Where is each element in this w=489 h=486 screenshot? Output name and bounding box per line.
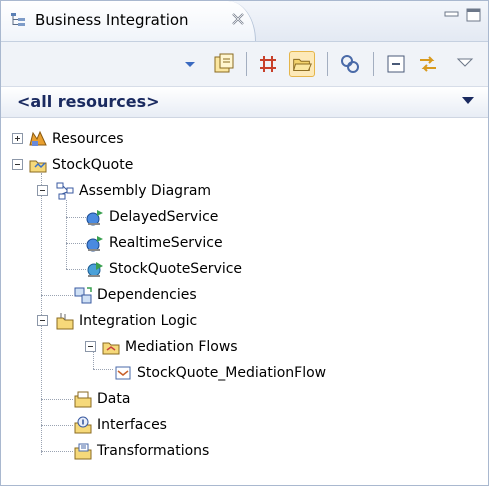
grid-icon (260, 56, 276, 72)
business-integration-tab[interactable]: Business Integration (1, 1, 256, 41)
tree-guide-line (41, 295, 73, 296)
tree-item-realtime-service[interactable]: RealtimeService (85, 231, 223, 255)
mediation-flows-folder-icon (102, 342, 120, 355)
tree-item-label: Resources (52, 131, 124, 147)
tree-item-label: RealtimeService (109, 235, 223, 251)
tree-item-resources[interactable]: Resources (28, 127, 124, 151)
toolbar-separator (373, 52, 374, 76)
tree-guide-line (93, 369, 113, 370)
chevron-down-icon[interactable] (462, 97, 474, 105)
tree-item-label: DelayedService (109, 209, 219, 225)
open-folder-icon (293, 58, 312, 71)
service-icon (86, 236, 103, 252)
assembly-diagram-icon (56, 182, 74, 200)
collapse-all-button[interactable] (383, 51, 409, 77)
tree-item-label: Transformations (97, 443, 210, 459)
resource-filter-label: <all resources> (17, 92, 160, 111)
tree-item-label: StockQuote (52, 157, 134, 173)
tree-item-mediation-flows[interactable]: Mediation Flows (101, 335, 238, 359)
tree-item-label: StockQuote_MediationFlow (137, 365, 327, 381)
link-chain-icon (341, 55, 359, 73)
toolbar-separator (246, 52, 247, 76)
business-integration-view: Business Integration <all resources> Res… (0, 0, 489, 486)
view-title: Business Integration (35, 11, 189, 29)
new-module-icon (214, 53, 234, 73)
link-with-editor-button[interactable] (415, 51, 441, 77)
tree-item-stockquote-service[interactable]: StockQuoteService (85, 257, 242, 281)
collapse-toggle[interactable] (37, 315, 48, 326)
mediation-flow-icon (115, 366, 131, 380)
tree-item-interfaces[interactable]: Interfaces (73, 413, 167, 437)
grid-button[interactable] (255, 51, 281, 77)
view-tab-bar: Business Integration (1, 1, 488, 42)
tree-item-delayed-service[interactable]: DelayedService (85, 205, 218, 229)
star-dropdown-button[interactable] (177, 51, 203, 77)
integration-logic-icon (56, 313, 74, 330)
close-icon[interactable] (229, 10, 247, 28)
dependencies-icon (74, 287, 92, 304)
link-with-editor-icon (420, 56, 436, 72)
tree-item-stockquote[interactable]: StockQuote (28, 153, 133, 177)
tree-guide-line (66, 243, 86, 244)
tree-item-label: Mediation Flows (125, 339, 238, 355)
project-tree: Resources StockQuote Assembly Diagram De… (1, 119, 488, 485)
tree-item-transformations[interactable]: Transformations (73, 439, 209, 463)
collapse-toggle[interactable] (37, 185, 48, 196)
service-icon (86, 210, 103, 226)
view-menu-button[interactable] (455, 51, 475, 77)
tree-guide-line (66, 269, 86, 270)
tree-item-label: Data (97, 391, 131, 407)
tree-item-assembly-diagram[interactable]: Assembly Diagram (55, 179, 211, 203)
view-toolbar (1, 42, 488, 87)
tree-guide-line (41, 399, 73, 400)
data-icon (74, 391, 92, 408)
toolbar-separator (327, 52, 328, 76)
new-module-button[interactable] (211, 51, 237, 77)
expand-toggle[interactable] (12, 133, 23, 144)
tree-item-label: Assembly Diagram (79, 183, 212, 199)
tree-guide-line (41, 173, 42, 455)
tree-guide-line (66, 217, 86, 218)
collapse-toggle[interactable] (12, 159, 23, 170)
resource-filter-dropdown[interactable]: <all resources> (1, 87, 488, 118)
maximize-icon[interactable] (465, 7, 483, 23)
tree-item-data[interactable]: Data (73, 387, 130, 411)
tree-item-label: StockQuoteService (109, 261, 243, 277)
collapse-all-icon (387, 55, 405, 73)
tree-item-label: Dependencies (97, 287, 197, 303)
export-service-icon (87, 262, 103, 277)
business-integration-icon (11, 13, 25, 26)
tree-guide-line (41, 451, 73, 452)
transformations-icon (74, 443, 92, 460)
open-folder-button[interactable] (289, 51, 315, 77)
tree-guide-line (66, 200, 67, 269)
resources-icon (29, 130, 47, 146)
collapse-toggle[interactable] (85, 341, 96, 352)
star-dropdown-icon (185, 62, 195, 67)
tree-guide-line (41, 425, 73, 426)
view-menu-icon (456, 58, 474, 67)
link-chain-button[interactable] (337, 51, 363, 77)
module-folder-icon (29, 160, 47, 173)
tree-item-label: Integration Logic (79, 313, 198, 329)
tree-item-dependencies[interactable]: Dependencies (73, 283, 197, 307)
tree-item-mediation-flow[interactable]: StockQuote_MediationFlow (113, 361, 326, 385)
tree-item-integration-logic[interactable]: Integration Logic (55, 309, 197, 333)
tree-item-label: Interfaces (97, 417, 167, 433)
minimize-icon[interactable] (443, 7, 461, 23)
interfaces-icon (74, 416, 92, 434)
